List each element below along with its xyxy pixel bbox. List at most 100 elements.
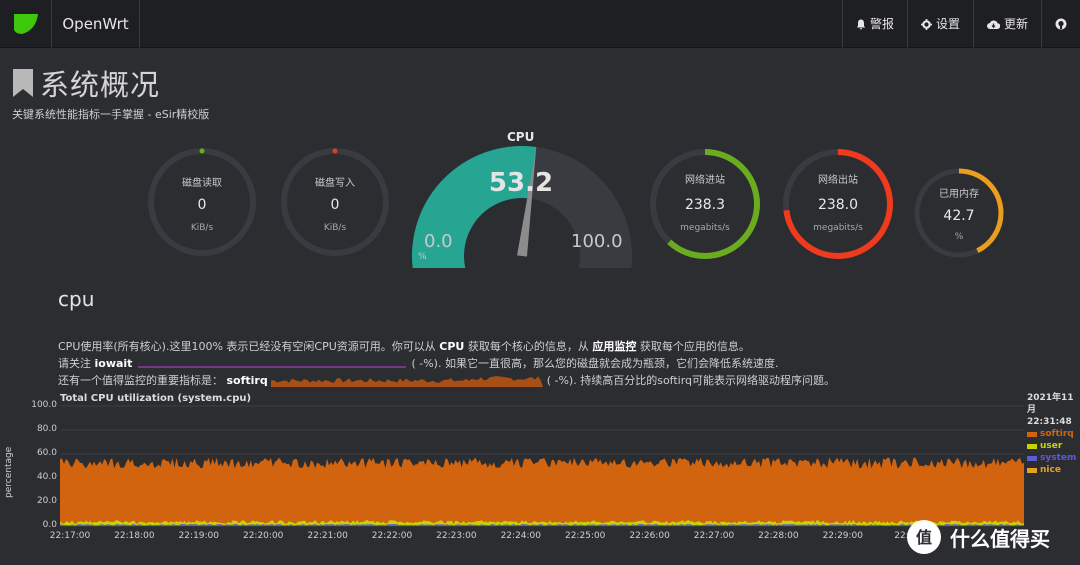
x-tick-label: 22:24:00 xyxy=(500,531,541,541)
disk-write-unit: KiB/s xyxy=(323,223,347,233)
net-out-unit: megabits/s xyxy=(813,223,863,233)
x-tick-label: 22:28:00 xyxy=(758,531,799,541)
cpu-description-line2: 请关注 iowait ( -%). 如果它一直很高，那么您的磁盘就会成为瓶颈，它… xyxy=(58,355,778,371)
chart-time: 22:31:48 xyxy=(1027,417,1072,427)
bookmark-icon xyxy=(13,69,33,97)
chart-legend[interactable]: softirq user system nice xyxy=(1027,428,1076,476)
cpu-gauge-value: 53.2 xyxy=(488,168,554,198)
x-tick-label: 22:26:00 xyxy=(629,531,670,541)
net-out-label: 网络出站 xyxy=(818,175,858,186)
area-softirq xyxy=(60,457,1024,526)
y-tick-label: 40.0 xyxy=(36,472,57,482)
net-in-unit: megabits/s xyxy=(680,223,730,233)
cpu-gauge-max: 100.0 xyxy=(571,231,623,252)
legend-label-user: user xyxy=(1040,441,1063,451)
x-tick-label: 22:18:00 xyxy=(114,531,155,541)
legend-item-softirq[interactable]: softirq xyxy=(1027,428,1076,440)
gauge-net-out[interactable]: 网络出站 238.0 megabits/s xyxy=(781,147,895,261)
x-tick-label: 22:27:00 xyxy=(693,531,735,541)
memory-value: 42.7 xyxy=(943,208,975,224)
legend-label-nice: nice xyxy=(1040,465,1061,475)
settings-button[interactable]: 设置 xyxy=(906,0,973,48)
disk-read-value: 0 xyxy=(197,197,207,213)
chart-timestamp: 2021年11月 22:31:48 xyxy=(1027,392,1080,428)
softirq-sparkline xyxy=(271,376,544,387)
iowait-label: iowait xyxy=(94,357,133,370)
watermark-text: 什么值得买 xyxy=(950,526,1050,551)
desc1-text-a: CPU使用率(所有核心).这里100% 表示已经没有空闲CPU资源可用。你可以从 xyxy=(58,340,440,353)
x-tick-label: 22:20:00 xyxy=(242,531,284,541)
desc2-text-a: 请关注 xyxy=(58,357,95,370)
update-button[interactable]: 更新 xyxy=(972,0,1041,48)
disk-write-label: 磁盘写入 xyxy=(315,178,355,189)
cpu-description-line1: CPU使用率(所有核心).这里100% 表示已经没有空闲CPU资源可用。你可以从… xyxy=(58,338,750,354)
legend-item-system[interactable]: system xyxy=(1027,452,1076,464)
gauge-memory[interactable]: 已用内存 42.7 % xyxy=(913,167,1005,259)
legend-item-user[interactable]: user xyxy=(1027,440,1076,452)
top-navbar: OpenWrt 警报 设置 更新 xyxy=(0,0,1080,48)
brand-logo-box[interactable] xyxy=(0,0,52,48)
settings-label: 设置 xyxy=(935,17,960,31)
y-tick-label: 60.0 xyxy=(36,448,57,458)
legend-label-softirq: softirq xyxy=(1040,429,1074,439)
desc3-text-c: ( -%). 持续高百分比的softirq可能表示网络驱动程序问题。 xyxy=(546,374,836,387)
watermark-badge: 值 xyxy=(916,528,932,547)
gauge-cpu[interactable]: CPU 53.2 0.0 100.0 % xyxy=(411,128,632,306)
cpu-description-line3: 还有一个值得监控的重要指标是： softirq ( -%). 持续高百分比的so… xyxy=(58,372,835,388)
gear-icon xyxy=(920,18,932,30)
net-in-value: 238.3 xyxy=(684,197,726,213)
github-button[interactable] xyxy=(1041,0,1080,48)
section-title: cpu xyxy=(58,287,95,311)
x-tick-label: 22:23:00 xyxy=(436,531,477,541)
update-label: 更新 xyxy=(1003,17,1028,31)
page-subtitle: 关键系统性能指标一手掌握 - eSir精校版 xyxy=(12,108,210,121)
brand-name[interactable]: OpenWrt xyxy=(52,0,140,48)
github-icon xyxy=(1055,18,1067,30)
smzdm-logo-icon: 值 xyxy=(907,520,941,554)
memory-unit: % xyxy=(954,232,964,242)
cpu-gauge-unit: % xyxy=(418,252,427,262)
desc1-text-e: 获取每个应用的信息。 xyxy=(636,340,750,353)
desc2-text-c: ( -%). 如果它一直很高，那么您的磁盘就会成为瓶颈，它们会降低系统速度. xyxy=(411,357,779,370)
alarms-label: 警报 xyxy=(869,17,894,31)
x-tick-label: 22:17:00 xyxy=(49,531,91,541)
alarms-button[interactable]: 警报 xyxy=(841,0,907,48)
x-tick-label: 22:22:00 xyxy=(371,531,413,541)
iowait-sparkline xyxy=(137,366,406,368)
gauge-disk-read[interactable]: 磁盘读取 0 KiB/s xyxy=(146,146,258,258)
x-tick-label: 22:25:00 xyxy=(564,531,606,541)
disk-write-value: 0 xyxy=(330,197,340,213)
app-monitor-link[interactable]: 应用监控 xyxy=(592,340,636,353)
cpu-gauge-title: CPU xyxy=(507,130,535,144)
x-tick-label: 22:21:00 xyxy=(307,531,348,541)
legend-item-nice[interactable]: nice xyxy=(1027,464,1076,476)
gauge-disk-write[interactable]: 磁盘写入 0 KiB/s xyxy=(279,146,391,258)
softirq-label: softirq xyxy=(226,374,268,387)
memory-label: 已用内存 xyxy=(939,189,979,200)
y-tick-label: 100.0 xyxy=(31,400,57,410)
cloud-download-icon xyxy=(987,19,1000,29)
desc1-text-c: 获取每个核心的信息，从 xyxy=(464,340,593,353)
cpu-utilization-chart[interactable] xyxy=(60,403,1024,527)
x-tick-label: 22:19:00 xyxy=(178,531,219,541)
y-tick-label: 0.0 xyxy=(42,520,57,530)
disk-read-unit: KiB/s xyxy=(190,223,214,233)
x-tick-label: 22:29:00 xyxy=(822,531,863,541)
page-title: 系统概况 xyxy=(12,62,160,104)
y-tick-label: 20.0 xyxy=(36,496,57,506)
chart-y-axis-label: percentage xyxy=(4,446,14,498)
legend-label-system: system xyxy=(1040,453,1077,463)
desc3-text-a: 还有一个值得监控的重要指标是： xyxy=(58,374,227,387)
openwrt-logo-icon xyxy=(14,14,38,34)
cpu-link[interactable]: CPU xyxy=(439,340,464,353)
y-tick-label: 80.0 xyxy=(36,424,57,434)
page-title-text: 系统概况 xyxy=(40,68,161,102)
net-in-label: 网络进站 xyxy=(685,175,725,186)
top-actions: 警报 设置 更新 xyxy=(841,0,1080,48)
cpu-gauge-min: 0.0 xyxy=(424,231,453,252)
chart-date: 2021年11月 xyxy=(1027,393,1074,415)
watermark: 值 什么值得买 xyxy=(906,519,1050,555)
bell-icon xyxy=(856,19,866,29)
gauge-net-in[interactable]: 网络进站 238.3 megabits/s xyxy=(648,147,762,261)
net-out-value: 238.0 xyxy=(817,197,859,213)
